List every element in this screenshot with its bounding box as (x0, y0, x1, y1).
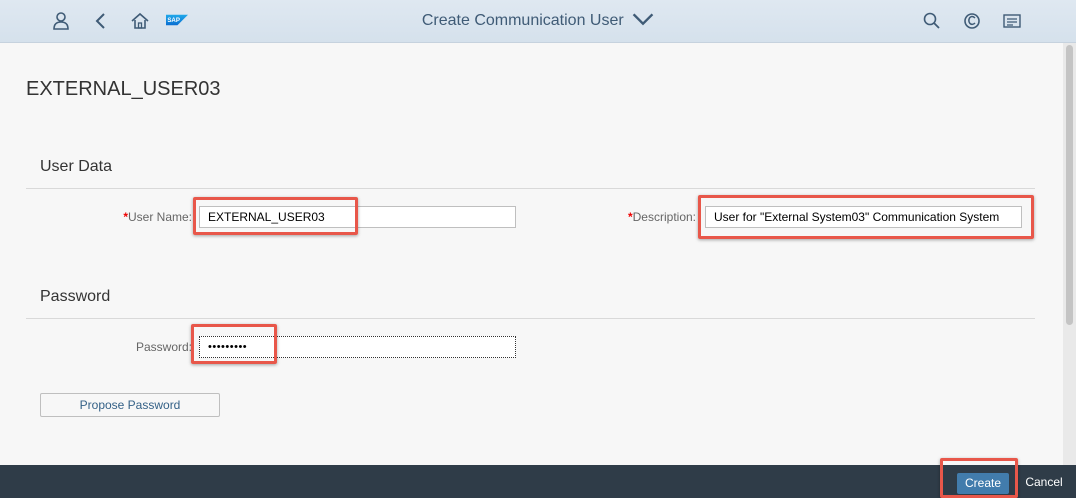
copilot-icon[interactable] (961, 10, 983, 32)
footer-toolbar: Create Cancel (0, 458, 1076, 498)
shell-title: Create Communication User (0, 0, 1076, 42)
section-divider (26, 318, 1035, 319)
user-icon[interactable] (50, 10, 72, 32)
scrollbar-thumb[interactable] (1066, 45, 1073, 325)
section-divider (26, 188, 1035, 189)
object-page: EXTERNAL_USER03 User Data *User Name: *D… (0, 43, 1063, 465)
vertical-scrollbar[interactable] (1063, 43, 1076, 465)
description-label-text: Description: (632, 210, 696, 224)
back-icon[interactable] (90, 10, 112, 32)
home-icon[interactable] (129, 10, 151, 32)
app-title[interactable]: Create Communication User (422, 12, 624, 29)
password-input[interactable] (199, 336, 516, 358)
user-name-input[interactable] (199, 206, 516, 228)
description-input[interactable] (705, 206, 1022, 228)
cancel-button[interactable]: Cancel (1019, 473, 1069, 494)
description-label: *Description: (600, 210, 696, 224)
sap-logo-text: SAP (167, 17, 180, 24)
sap-logo[interactable]: SAP (166, 9, 216, 33)
create-button[interactable]: Create (957, 473, 1009, 494)
search-icon[interactable] (921, 10, 943, 32)
notifications-icon[interactable] (1001, 10, 1023, 32)
user-name-label: *User Name: (100, 210, 192, 224)
shell-bar: SAP Create Communication User (0, 0, 1076, 43)
propose-password-button[interactable]: Propose Password (40, 393, 220, 417)
user-name-label-text: User Name: (127, 210, 192, 224)
section-title-password: Password (40, 288, 111, 305)
password-label: Password: (135, 340, 192, 354)
chevron-down-icon[interactable] (632, 8, 654, 30)
object-title: EXTERNAL_USER03 (26, 78, 221, 100)
section-title-user-data: User Data (40, 158, 113, 175)
